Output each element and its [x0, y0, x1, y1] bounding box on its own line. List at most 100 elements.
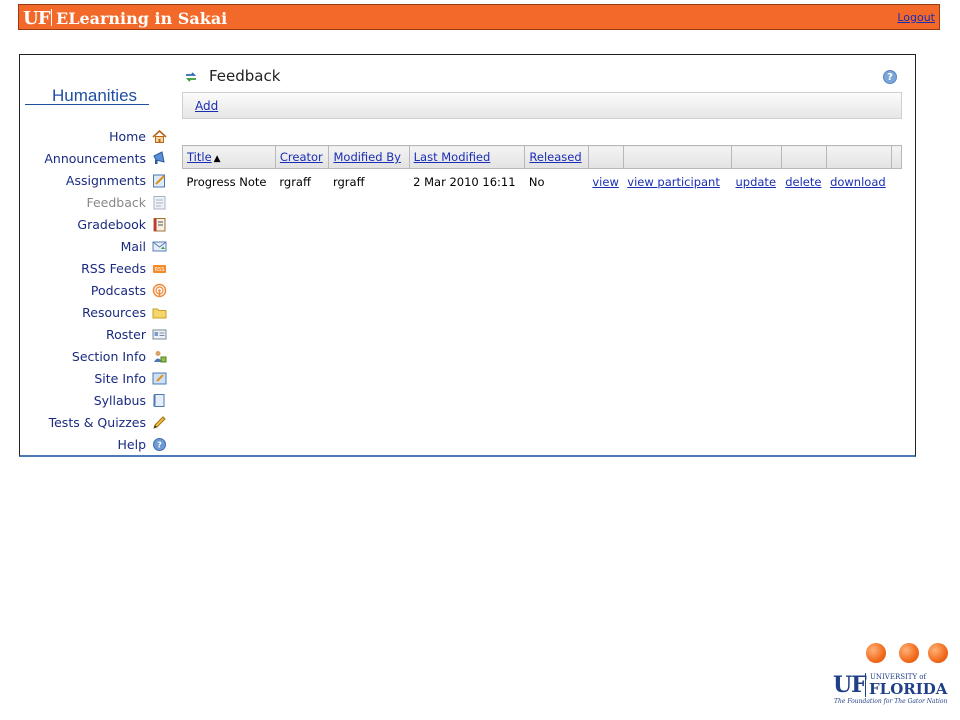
cell-title: Progress Note [186, 175, 267, 189]
nav-item-gradebook[interactable]: Gradebook [25, 213, 167, 235]
logo-divider [51, 9, 52, 26]
assignment-icon [152, 173, 167, 188]
nav-item-rss-feeds[interactable]: RSS Feeds RSS [25, 257, 167, 279]
home-icon [152, 129, 167, 144]
nav-item-label: Site Info [94, 370, 146, 386]
footer-logo-divider [865, 673, 866, 697]
site-name: Humanities [52, 86, 138, 105]
orange-dot [899, 643, 919, 663]
cell-action: view [588, 169, 623, 196]
cell-action: delete [781, 169, 826, 196]
footer-florida: FLORIDA [869, 680, 948, 698]
footer-tagline: The Foundation for The Gator Nation [834, 698, 948, 705]
tool-title: Feedback [209, 67, 281, 85]
nav-item-feedback: Feedback [25, 191, 167, 213]
nav-item-help[interactable]: Help ? [25, 433, 167, 455]
folder-icon [152, 305, 167, 320]
column-header-blank [891, 145, 902, 169]
nav-item-resources[interactable]: Resources [25, 301, 167, 323]
gradebook-icon [152, 217, 167, 232]
nav-item-label: Feedback [86, 194, 146, 210]
tool-help-icon[interactable]: ? [883, 70, 897, 84]
column-header-modified-by[interactable]: Modified By [328, 145, 410, 169]
top-banner: UF ELearning in Sakai Logout [18, 4, 940, 30]
column-header-last-modified[interactable]: Last Modified [408, 145, 526, 169]
nav-item-announcements[interactable]: Announcements [25, 147, 167, 169]
column-header-creator[interactable]: Creator [274, 145, 330, 169]
column-header-blank [780, 145, 827, 169]
sort-last-modified-link[interactable]: Last Modified [414, 150, 491, 164]
logout-link[interactable]: Logout [897, 11, 935, 24]
nav-item-label: Help [117, 436, 147, 452]
nav-item-mail[interactable]: Mail [25, 235, 167, 257]
column-header-blank [731, 145, 782, 169]
nav-item-roster[interactable]: Roster [25, 323, 167, 345]
nav-item-label: Roster [105, 326, 146, 342]
nav-item-label: Mail [120, 238, 146, 254]
sort-ascending-icon: ▲ [213, 154, 221, 164]
cell-last-modified: 2 Mar 2010 16:11 [413, 175, 516, 189]
nav-item-tests-quizzes[interactable]: Tests & Quizzes [25, 411, 167, 433]
reset-tool-icon[interactable] [184, 69, 198, 83]
column-header-blank [825, 145, 893, 169]
view-participant-link[interactable]: view participant [627, 175, 720, 189]
update-link[interactable]: update [736, 175, 777, 189]
nav-item-label: Podcasts [90, 282, 146, 298]
feedback-icon [152, 195, 167, 210]
uf-logo: UF [23, 8, 51, 29]
column-header-released[interactable]: Released [524, 145, 589, 169]
delete-link[interactable]: delete [785, 175, 821, 189]
column-header-blank [622, 145, 733, 169]
table-header-row: Title ▲ Creator Modified By Last Modified… [182, 145, 902, 169]
view-link[interactable]: view [592, 175, 618, 189]
nav-item-section-info[interactable]: Section Info [25, 345, 167, 367]
nav-item-label: Section Info [71, 348, 146, 364]
megaphone-icon [152, 150, 167, 166]
cell-creator: rgraff [279, 175, 311, 189]
pencil-icon [152, 415, 167, 430]
sort-title-link[interactable]: Title [187, 150, 212, 164]
cell-action: update [732, 169, 782, 196]
nav-item-site-info[interactable]: Site Info [25, 367, 167, 389]
orange-dot [928, 643, 948, 663]
column-header-blank [587, 145, 624, 169]
nav-item-podcasts[interactable]: Podcasts [25, 279, 167, 301]
sort-creator-link[interactable]: Creator [280, 150, 323, 164]
uf-footer-logo: UF [833, 672, 867, 698]
siteinfo-icon [152, 371, 167, 386]
roster-icon [152, 327, 167, 342]
cell-released: No [528, 175, 545, 189]
mail-icon [152, 239, 167, 254]
add-button[interactable]: Add [195, 99, 218, 113]
feedback-table: Title ▲ Creator Modified By Last Modified… [182, 145, 902, 195]
nav-item-label: Resources [82, 304, 146, 320]
nav-item-home[interactable]: Home [25, 125, 167, 147]
cell-action: view participant [623, 169, 731, 196]
orange-dot [866, 643, 886, 663]
cell-modified-by: rgraff [332, 175, 365, 189]
nav-item-label: Gradebook [77, 216, 146, 232]
rss-icon: RSS [152, 261, 167, 276]
nav-item-syllabus[interactable]: Syllabus [25, 389, 167, 411]
nav-item-label: Assignments [65, 172, 146, 188]
column-header-title[interactable]: Title ▲ [182, 145, 276, 169]
sort-released-link[interactable]: Released [529, 150, 581, 164]
nav-item-label: Tests & Quizzes [48, 414, 146, 430]
nav-item-label: Home [109, 128, 146, 144]
site-name-underline [25, 104, 149, 105]
portal-title: ELearning in Sakai [56, 9, 228, 28]
syllabus-icon [152, 393, 167, 408]
podcast-icon [152, 283, 167, 298]
table-row: Progress Note rgraff rgraff 2 Mar 2010 1… [183, 169, 902, 196]
sort-modified-by-link[interactable]: Modified By [333, 150, 400, 164]
nav-item-label: Announcements [44, 150, 146, 166]
nav-item-label: Syllabus [93, 392, 146, 408]
help-icon: ? [152, 437, 167, 452]
download-link[interactable]: download [830, 175, 886, 189]
nav-item-assignments[interactable]: Assignments [25, 169, 167, 191]
action-bar: Add [182, 92, 902, 119]
svg-text:RSS: RSS [155, 267, 165, 273]
section-icon [152, 349, 167, 364]
cell-action: download [826, 169, 892, 196]
tool-menu: Home Announcements Assignments Feedback … [25, 125, 167, 455]
